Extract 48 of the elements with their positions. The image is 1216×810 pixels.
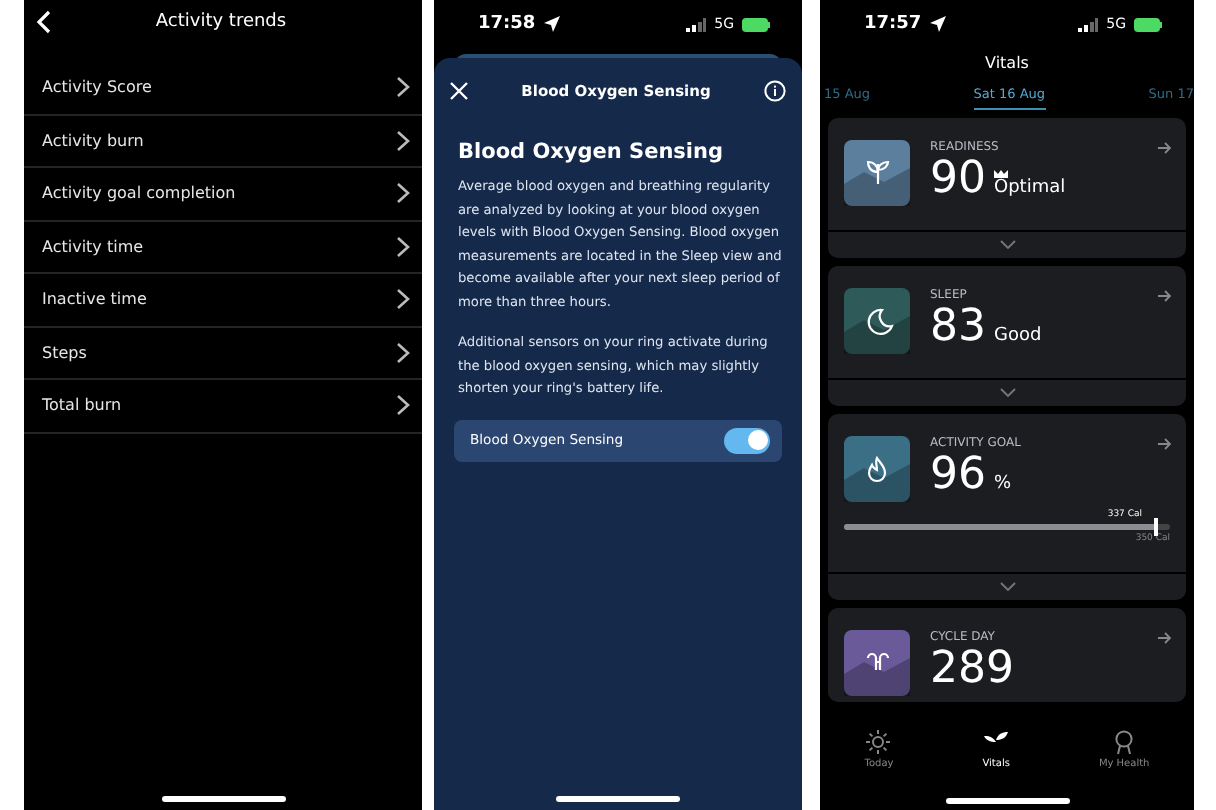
section-heading: Blood Oxygen Sensing — [458, 140, 726, 164]
score-note: % — [994, 474, 1012, 494]
chevron-down-icon — [999, 582, 1015, 592]
home-indicator — [945, 798, 1069, 804]
home-indicator — [161, 796, 285, 802]
trend-list-item[interactable]: Activity burn — [24, 115, 422, 168]
status-time: 17:58 — [478, 14, 536, 34]
signal-icon — [686, 17, 707, 31]
trend-list-item[interactable]: Inactive time — [24, 274, 422, 327]
battery-icon — [742, 17, 770, 31]
home-indicator — [556, 796, 680, 802]
chevron-down-icon — [999, 240, 1015, 250]
signal-icon — [1078, 17, 1099, 31]
info-icon[interactable] — [764, 79, 786, 101]
screen-title: Activity trends — [153, 12, 289, 32]
arrow-right-icon[interactable] — [1158, 631, 1172, 643]
score-value: 96 — [930, 454, 986, 498]
arrow-right-icon[interactable] — [1158, 437, 1172, 449]
trend-list-item[interactable]: Activity Score — [24, 62, 422, 115]
chevron-right-icon — [396, 235, 410, 258]
location-arrow-icon — [929, 16, 946, 32]
chevron-right-icon — [396, 129, 410, 152]
trend-list-item[interactable]: Activity time — [24, 221, 422, 274]
score-note: Good — [994, 326, 1042, 346]
score-note: Optimal — [994, 178, 1066, 198]
chevron-right-icon — [396, 394, 410, 417]
score-value: 289 — [930, 648, 1014, 692]
screen-title: Vitals — [983, 54, 1031, 72]
arrow-right-icon[interactable] — [1158, 141, 1172, 153]
sun-icon — [866, 730, 891, 754]
chevron-right-icon — [396, 288, 410, 311]
trend-list-item[interactable]: Steps — [24, 327, 422, 380]
person-icon — [1112, 730, 1137, 754]
toggle-switch[interactable] — [724, 427, 770, 453]
chevron-right-icon — [396, 182, 410, 205]
location-arrow-icon — [543, 16, 560, 32]
score-value: 83 — [930, 306, 986, 350]
score-value: 90 — [930, 158, 986, 202]
chevron-right-icon — [396, 76, 410, 99]
chevron-right-icon — [396, 341, 410, 364]
arrow-right-icon[interactable] — [1158, 289, 1172, 301]
trend-list-item[interactable]: Activity goal completion — [24, 168, 422, 221]
back-icon[interactable] — [36, 10, 52, 34]
chevron-down-icon — [999, 388, 1015, 398]
close-icon[interactable] — [450, 81, 468, 99]
trend-list-item[interactable]: Total burn — [24, 380, 422, 433]
battery-icon — [1134, 17, 1162, 31]
status-time: 17:57 — [864, 14, 922, 34]
